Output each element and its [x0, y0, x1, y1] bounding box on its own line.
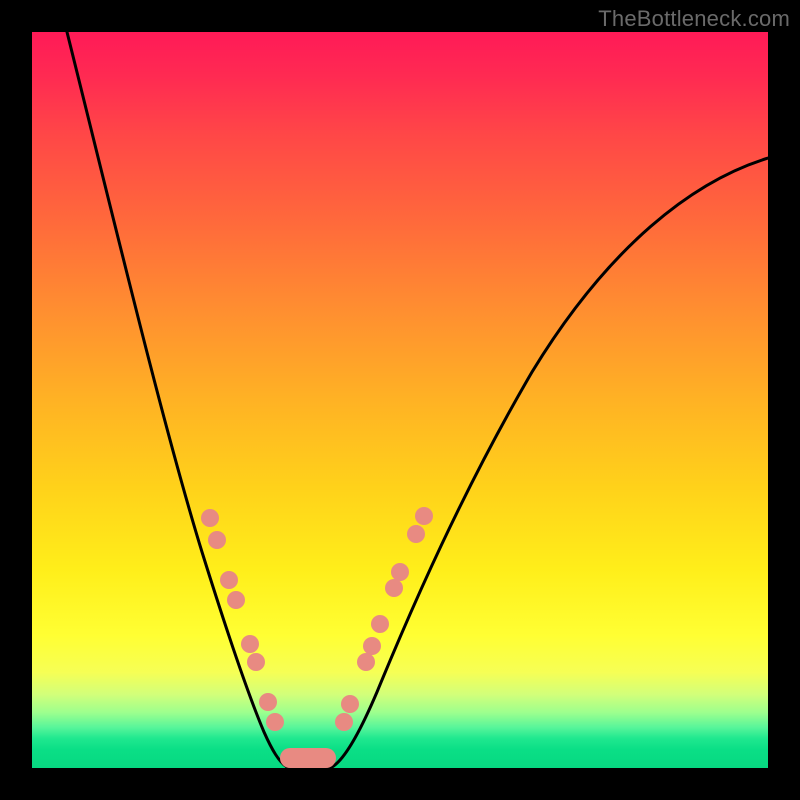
data-marker: [341, 695, 359, 713]
data-marker: [407, 525, 425, 543]
chart-stage: TheBottleneck.com: [0, 0, 800, 800]
data-marker: [259, 693, 277, 711]
data-marker: [220, 571, 238, 589]
data-marker: [391, 563, 409, 581]
data-marker: [208, 531, 226, 549]
data-marker: [371, 615, 389, 633]
watermark-text: TheBottleneck.com: [598, 6, 790, 32]
data-marker: [247, 653, 265, 671]
data-marker: [335, 713, 353, 731]
data-marker: [415, 507, 433, 525]
data-marker: [385, 579, 403, 597]
bottleneck-curve: [62, 32, 768, 767]
data-marker: [363, 637, 381, 655]
data-marker: [266, 713, 284, 731]
data-marker: [201, 509, 219, 527]
plot-area: [32, 32, 768, 768]
markers-layer: [201, 507, 433, 768]
data-marker: [357, 653, 375, 671]
data-marker: [227, 591, 245, 609]
curve-layer: [32, 32, 768, 768]
data-marker: [241, 635, 259, 653]
data-marker-pill: [280, 748, 336, 768]
